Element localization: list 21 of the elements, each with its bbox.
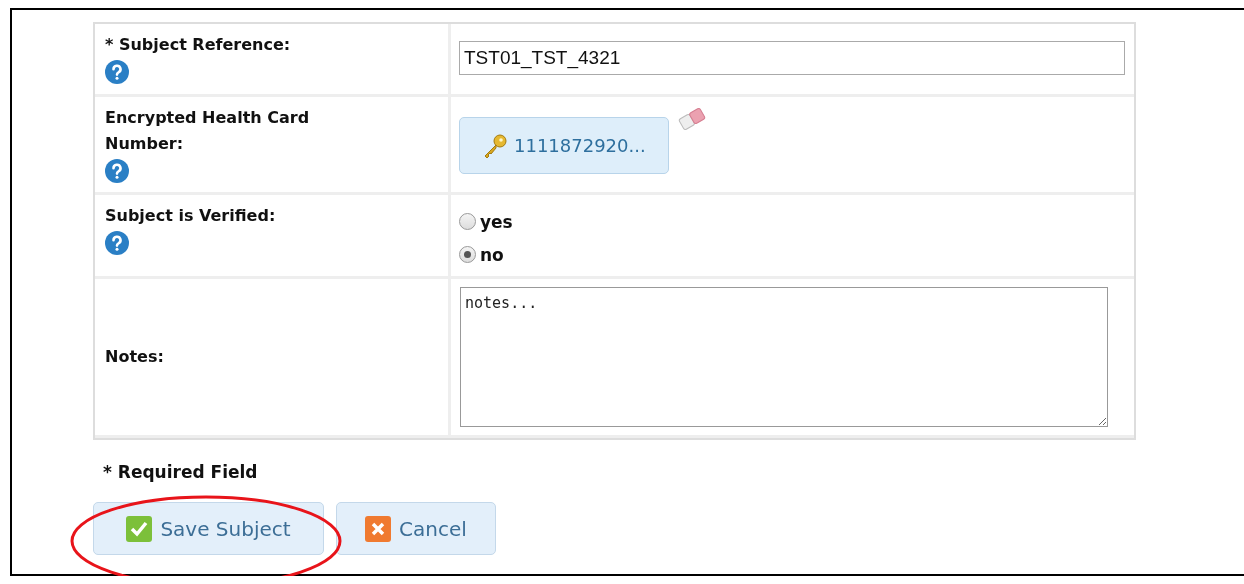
close-icon	[365, 515, 392, 542]
radio-option[interactable]: no	[459, 238, 1126, 271]
help-icon[interactable]	[105, 231, 129, 255]
field-label: Subject is Verified:	[105, 205, 277, 227]
field-label: Encrypted Health Card Number:	[105, 107, 311, 155]
help-icon[interactable]	[105, 60, 129, 84]
required-note: * Required Field	[103, 462, 259, 482]
key-icon	[482, 132, 508, 159]
radio-button[interactable]	[459, 246, 476, 263]
radio-option[interactable]: yes	[459, 205, 1126, 238]
cancel-button[interactable]: Cancel	[336, 502, 496, 555]
help-icon[interactable]	[105, 159, 129, 183]
encrypted-value-button[interactable]: 1111872920...	[459, 117, 669, 174]
save-button[interactable]: Save Subject	[93, 502, 324, 555]
checkmark-icon	[126, 515, 153, 542]
eraser-icon[interactable]	[676, 105, 707, 133]
field-label: Notes:	[105, 346, 165, 368]
radio-button[interactable]	[459, 213, 476, 230]
input-field[interactable]: TST01_TST_4321	[459, 41, 1125, 75]
field-label: * Subject Reference:	[105, 34, 292, 56]
notes-field[interactable]: notes...	[460, 287, 1108, 427]
